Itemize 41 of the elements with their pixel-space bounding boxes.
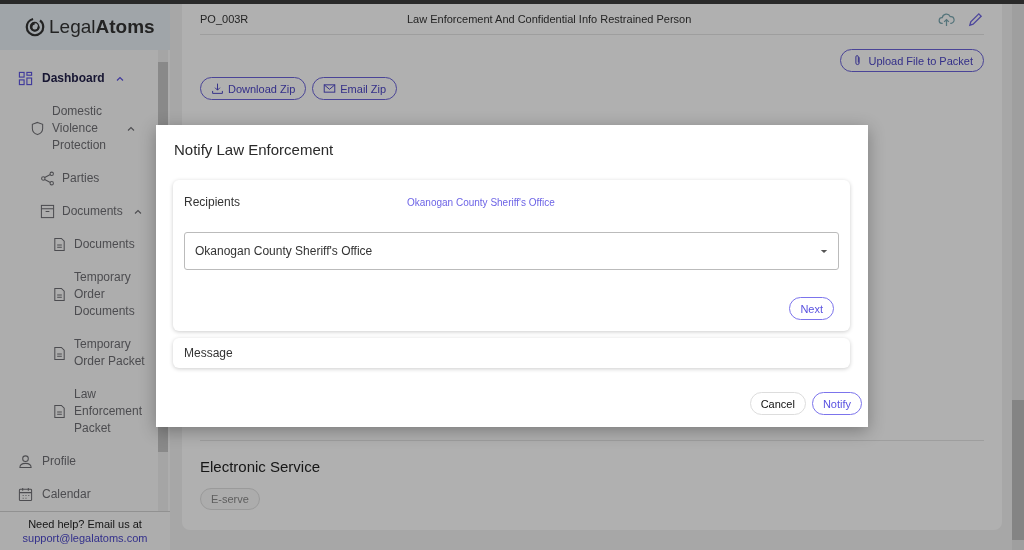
sidebar-item[interactable]: Documents bbox=[0, 195, 150, 228]
share-icon bbox=[40, 171, 55, 186]
archive-icon bbox=[40, 204, 55, 219]
calendar-icon bbox=[18, 487, 33, 502]
sidebar-item[interactable]: Profile bbox=[0, 445, 150, 478]
cancel-button[interactable]: Cancel bbox=[749, 392, 806, 415]
sidebar-item[interactable]: Dashboard bbox=[0, 62, 150, 95]
sidebar-item[interactable]: Documents bbox=[0, 228, 150, 261]
mail-icon bbox=[323, 82, 337, 95]
packet-title: Law Enforcement And Confidential Info Restrained Person bbox=[407, 13, 693, 25]
recipients-summary: Okanogan County Sheriff's Office bbox=[407, 196, 555, 208]
notify-button[interactable]: Notify bbox=[811, 392, 862, 415]
sidebar-item[interactable]: Temporary Order Documents bbox=[0, 261, 150, 328]
sidebar-item[interactable]: Law Enforcement Packet bbox=[0, 378, 150, 445]
section-title: Electronic Service bbox=[200, 458, 322, 475]
message-label: Message bbox=[184, 346, 233, 360]
logo-text: LegalAtoms bbox=[49, 16, 155, 38]
message-panel[interactable]: Message bbox=[173, 338, 850, 368]
recipient-dropdown[interactable]: Okanogan County Sheriff's Office bbox=[184, 232, 839, 270]
recipients-label: Recipients bbox=[184, 195, 242, 209]
sidebar-item[interactable]: Domestic Violence Protection bbox=[0, 95, 150, 162]
sidebar-item[interactable]: Calendar bbox=[0, 478, 150, 511]
download-icon bbox=[211, 82, 224, 95]
dialog-title: Notify Law Enforcement bbox=[174, 141, 335, 158]
help-text: Need help? Email us at bbox=[28, 518, 142, 530]
document-icon bbox=[52, 404, 67, 419]
document-icon bbox=[52, 287, 67, 302]
sidebar-item[interactable]: Temporary Order Packet bbox=[0, 328, 150, 378]
document-icon bbox=[52, 345, 67, 361]
document-icon bbox=[52, 237, 67, 252]
dashboard-icon bbox=[18, 71, 33, 86]
shield-icon bbox=[30, 121, 45, 136]
packet-code: PO_003R bbox=[200, 13, 250, 25]
sidebar-item[interactable]: Parties bbox=[0, 162, 150, 195]
logo-icon bbox=[24, 16, 46, 38]
email-link[interactable]: support@legalatoms.com bbox=[22, 532, 148, 544]
e-serve-button[interactable]: E-serve bbox=[200, 488, 260, 510]
person-icon bbox=[18, 454, 33, 469]
caret-icon bbox=[820, 248, 828, 254]
edit-icon[interactable] bbox=[967, 10, 984, 28]
next-button[interactable]: Next bbox=[789, 297, 834, 320]
